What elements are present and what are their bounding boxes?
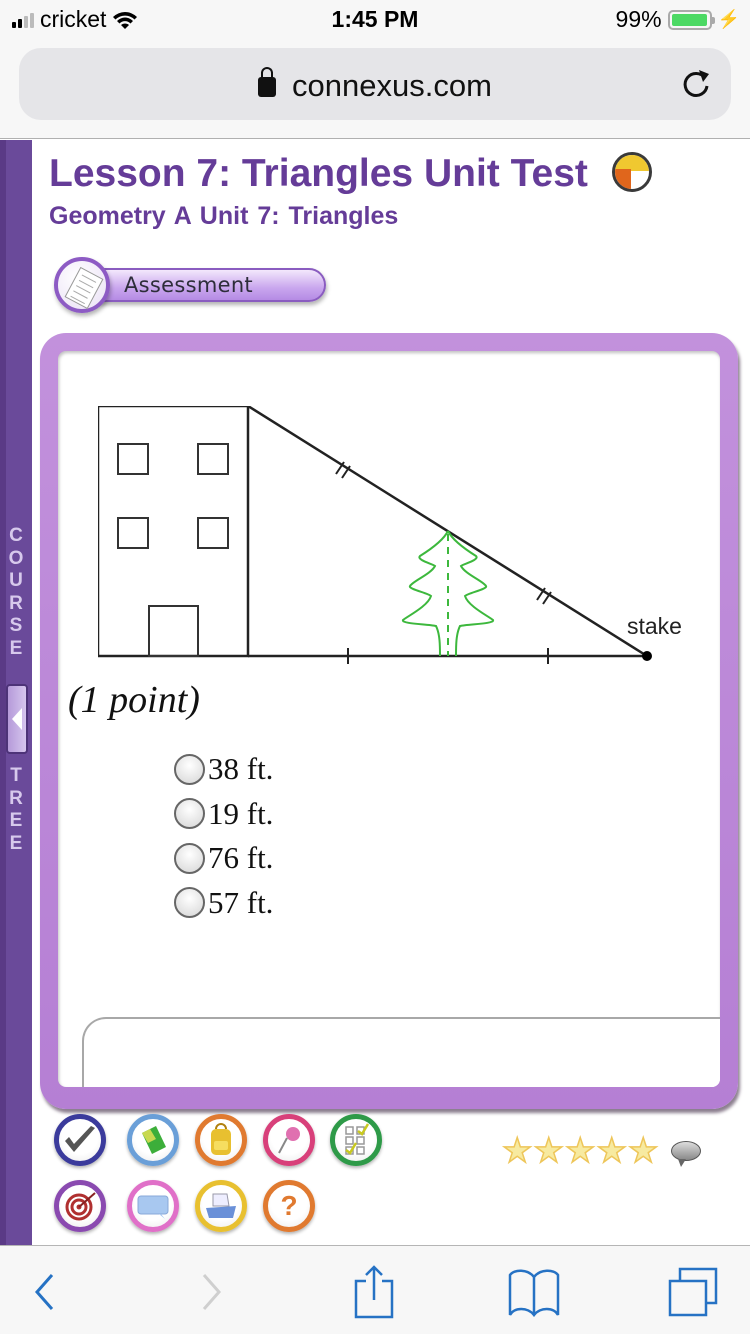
tabs-button[interactable]: [666, 1264, 722, 1320]
star-icon[interactable]: ★: [501, 1133, 533, 1169]
check-tool[interactable]: [54, 1114, 106, 1166]
building-window: [117, 517, 149, 549]
share-icon: [354, 1265, 394, 1319]
course-tree-sidebar[interactable]: COURSE TREE: [0, 140, 35, 1245]
bookmarks-button[interactable]: [506, 1264, 562, 1320]
url-display[interactable]: connexus.com: [19, 67, 731, 104]
backpack-tool[interactable]: [195, 1114, 247, 1166]
course-tree-label-course: COURSE: [3, 525, 29, 660]
checkmark-icon: [65, 1126, 95, 1152]
pushpin-icon: [278, 1127, 300, 1154]
message-tool[interactable]: [127, 1180, 179, 1232]
breadcrumb: Geometry A Unit 7: Triangles: [49, 202, 399, 230]
connexus-logo-icon: [612, 152, 652, 192]
page-title: Lesson 7: Triangles Unit Test: [49, 152, 588, 195]
stake-point: [642, 651, 652, 661]
option-label: 76 ft.: [208, 840, 274, 876]
comment-bubble-icon[interactable]: [671, 1141, 702, 1167]
answer-option[interactable]: 57 ft.: [174, 881, 273, 926]
star-icon[interactable]: ★: [564, 1133, 596, 1169]
course-tree-letter: U: [9, 570, 23, 591]
pin-tool[interactable]: [263, 1114, 315, 1166]
print-tool[interactable]: [195, 1180, 247, 1232]
lock-icon: [258, 67, 277, 97]
help-tool[interactable]: ?: [263, 1180, 315, 1232]
battery-icon: [667, 9, 715, 30]
star-icon[interactable]: ★: [533, 1133, 565, 1169]
question-content: stake (1 point) 38 ft. 19 ft. 76 ft. 57 …: [58, 351, 720, 1087]
answer-option[interactable]: 38 ft.: [174, 747, 273, 792]
building-window: [197, 443, 229, 475]
course-tree-letter: S: [9, 615, 23, 636]
share-button[interactable]: [346, 1264, 402, 1320]
triangle-diagram: stake: [98, 406, 682, 664]
book-tool[interactable]: [127, 1114, 179, 1166]
option-label: 38 ft.: [208, 751, 274, 787]
building-window: [197, 517, 229, 549]
book-icon: [142, 1126, 166, 1154]
course-tree-letter: R: [9, 592, 23, 614]
question-frame: stake (1 point) 38 ft. 19 ft. 76 ft. 57 …: [40, 333, 738, 1109]
course-tree-label-tree: TREE: [3, 765, 29, 855]
course-tree-letter: T: [10, 765, 22, 786]
reload-icon[interactable]: [679, 66, 713, 102]
building-window: [117, 443, 149, 475]
target-tool[interactable]: [54, 1180, 106, 1232]
option-label: 57 ft.: [208, 884, 274, 920]
assessment-label: Assessment: [124, 273, 253, 297]
radio-button[interactable]: [174, 753, 205, 785]
course-tree-letter: E: [9, 810, 23, 831]
browser-address-area: connexus.com: [0, 40, 750, 139]
battery-info: 99% ⚡: [616, 6, 740, 33]
charging-icon: ⚡: [717, 9, 740, 29]
checklist-tool[interactable]: [330, 1114, 382, 1166]
course-tree-letter: C: [9, 525, 23, 546]
option-label: 19 ft.: [208, 795, 274, 831]
document-icon: [54, 257, 110, 313]
question-points: (1 point): [68, 679, 200, 721]
radio-button[interactable]: [174, 842, 205, 874]
backpack-icon: [211, 1123, 231, 1155]
back-icon: [34, 1274, 54, 1310]
browser-toolbar: [0, 1245, 750, 1334]
assessment-badge: Assessment: [54, 257, 328, 313]
course-tree-letter: E: [9, 832, 23, 854]
url-text: connexus.com: [292, 68, 492, 103]
bookmarks-icon: [508, 1269, 560, 1317]
battery-percent: 99%: [615, 6, 662, 32]
printer-icon: [206, 1193, 236, 1218]
address-bar[interactable]: connexus.com: [19, 48, 731, 120]
tabs-icon: [668, 1267, 718, 1317]
message-icon: [137, 1195, 169, 1219]
building-door: [148, 605, 199, 657]
star-icon[interactable]: ★: [596, 1133, 628, 1169]
radio-button[interactable]: [174, 798, 205, 830]
forward-button[interactable]: [184, 1264, 240, 1320]
double-tick-mark: [335, 461, 552, 605]
course-tree-letter: R: [9, 787, 23, 809]
radio-button[interactable]: [174, 887, 205, 919]
checklist-icon: [345, 1123, 370, 1155]
help-icon: ?: [280, 1190, 298, 1221]
course-tree-letter: E: [9, 637, 23, 659]
collapse-arrow-icon[interactable]: [6, 684, 28, 754]
stake-label: stake: [627, 613, 682, 639]
course-tree-letter: O: [8, 547, 24, 569]
forward-icon: [202, 1274, 222, 1310]
target-icon: [65, 1192, 96, 1221]
star-rating[interactable]: ★ ★ ★ ★ ★: [501, 1133, 702, 1169]
answer-options: 38 ft. 19 ft. 76 ft. 57 ft.: [174, 747, 273, 925]
answer-option[interactable]: 76 ft.: [174, 836, 273, 881]
star-icon[interactable]: ★: [627, 1133, 659, 1169]
back-button[interactable]: [16, 1264, 72, 1320]
answer-option[interactable]: 19 ft.: [174, 792, 273, 837]
status-bar: cricket 1:45 PM 99% ⚡: [0, 0, 750, 40]
response-panel[interactable]: [82, 1017, 720, 1087]
